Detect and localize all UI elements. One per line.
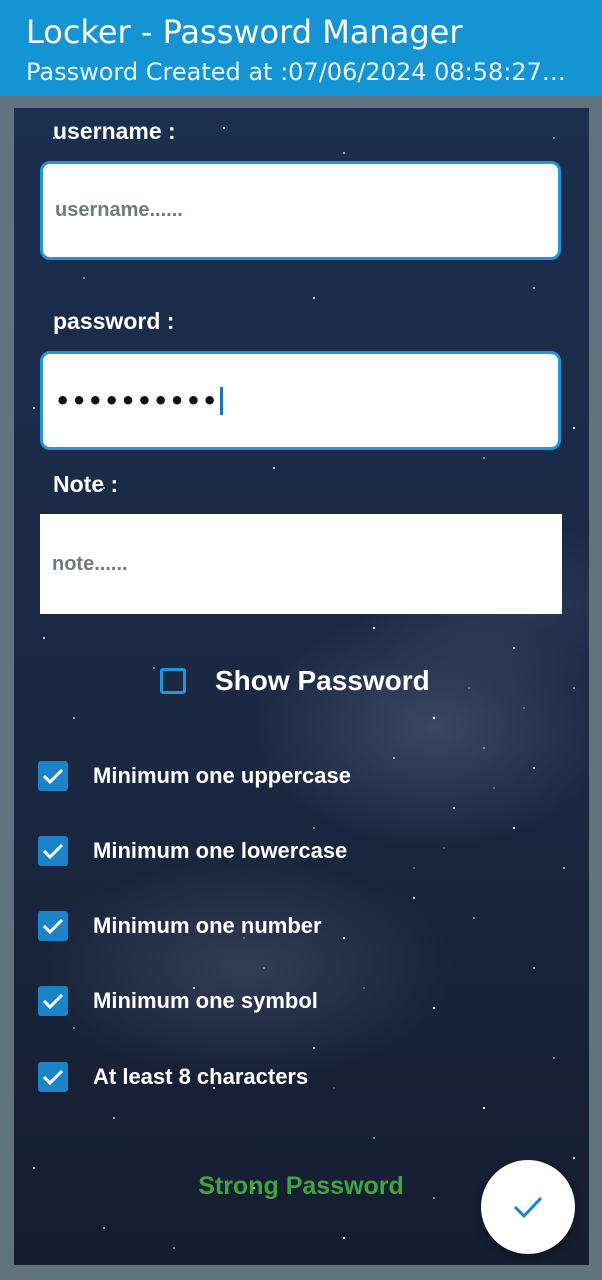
check-icon	[513, 1196, 543, 1219]
rule-length-checkbox[interactable]	[38, 1062, 68, 1092]
password-value-wrap: ••••••••••	[55, 354, 224, 447]
rule-length[interactable]: At least 8 characters	[38, 1061, 308, 1093]
rule-symbol-checkbox[interactable]	[38, 986, 68, 1016]
save-fab-button[interactable]	[481, 1160, 575, 1254]
show-password-label: Show Password	[215, 665, 430, 696]
rule-uppercase-checkbox[interactable]	[38, 761, 68, 791]
check-icon	[42, 768, 64, 785]
text-caret	[220, 386, 224, 415]
rule-symbol-label: Minimum one symbol	[93, 988, 318, 1013]
rule-lowercase-checkbox[interactable]	[38, 836, 68, 866]
rule-lowercase[interactable]: Minimum one lowercase	[38, 835, 347, 867]
rule-lowercase-label: Minimum one lowercase	[93, 838, 348, 863]
username-label: username :	[53, 118, 176, 144]
rule-uppercase[interactable]: Minimum one uppercase	[38, 760, 351, 792]
password-field[interactable]: ••••••••••	[40, 351, 561, 450]
app-title: Locker - Password Manager	[26, 13, 463, 51]
show-password-checkbox[interactable]	[160, 668, 186, 694]
note-field[interactable]: note......	[40, 514, 562, 614]
rule-number[interactable]: Minimum one number	[38, 910, 322, 942]
note-label: Note :	[53, 471, 119, 497]
rule-number-label: Minimum one number	[93, 913, 322, 938]
rule-number-checkbox[interactable]	[38, 911, 68, 941]
rule-length-label: At least 8 characters	[93, 1064, 309, 1089]
rule-symbol[interactable]: Minimum one symbol	[38, 985, 318, 1017]
password-label: password :	[53, 308, 175, 334]
check-icon	[42, 918, 64, 935]
check-icon	[42, 843, 64, 860]
rule-uppercase-label: Minimum one uppercase	[93, 763, 351, 788]
app-bar: Locker - Password Manager Password Creat…	[0, 0, 602, 96]
check-icon	[42, 1069, 64, 1086]
show-password-toggle[interactable]: Show Password	[160, 664, 430, 698]
password-value: ••••••••••	[55, 386, 219, 415]
username-field[interactable]: username......	[40, 161, 561, 260]
check-icon	[42, 993, 64, 1010]
username-placeholder: username......	[55, 199, 183, 221]
app-subtitle: Password Created at :07/06/2024 08:58:27…	[26, 58, 566, 86]
note-placeholder: note......	[52, 552, 128, 575]
